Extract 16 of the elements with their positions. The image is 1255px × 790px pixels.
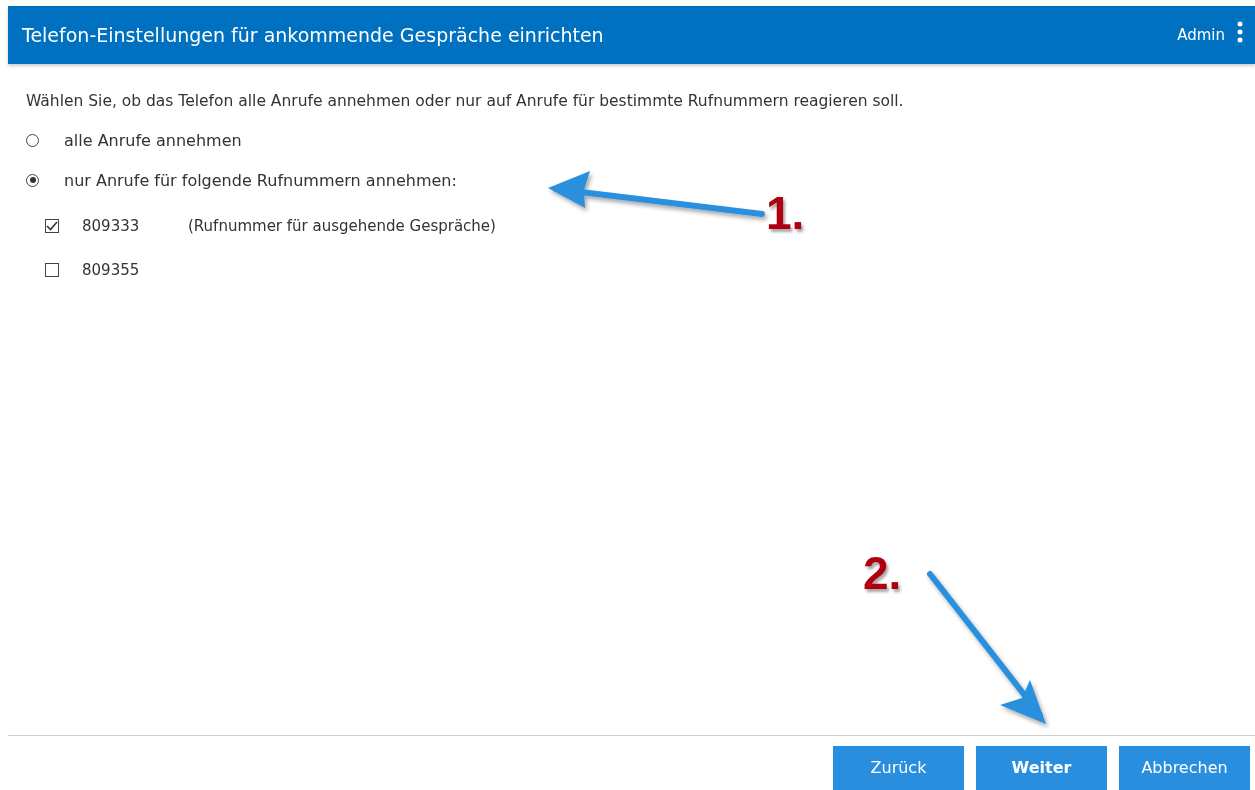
wizard-button[interactable]: Abbrechen: [1119, 746, 1250, 790]
step-number: 2.: [863, 550, 902, 596]
checkbox[interactable]: [45, 219, 59, 233]
page-title: Telefon-Einstellungen für ankommende Gespräche einrichten: [22, 24, 605, 46]
wizard-button[interactable]: Weiter: [976, 746, 1107, 790]
number-note: (Rufnummer für ausgehende Gespräche): [188, 217, 496, 235]
more-menu-icon[interactable]: [1237, 21, 1243, 43]
option-label[interactable]: alle Anrufe annehmen: [64, 130, 242, 150]
checkbox[interactable]: [45, 263, 59, 277]
phone-number: 809333: [82, 217, 141, 235]
phone-number: 809355: [82, 261, 141, 279]
user-name[interactable]: Admin: [1177, 26, 1225, 44]
step-number: 1.: [766, 190, 805, 236]
option-label[interactable]: nur Anrufe für folgende Rufnummern annehmen:: [64, 170, 457, 190]
intro-text: Wählen Sie, ob das Telefon alle Anrufe annehmen oder nur auf Anrufe für bestimmte Rufnummern reagieren soll.: [26, 92, 905, 110]
wizard-button[interactable]: Zurück: [833, 746, 964, 790]
